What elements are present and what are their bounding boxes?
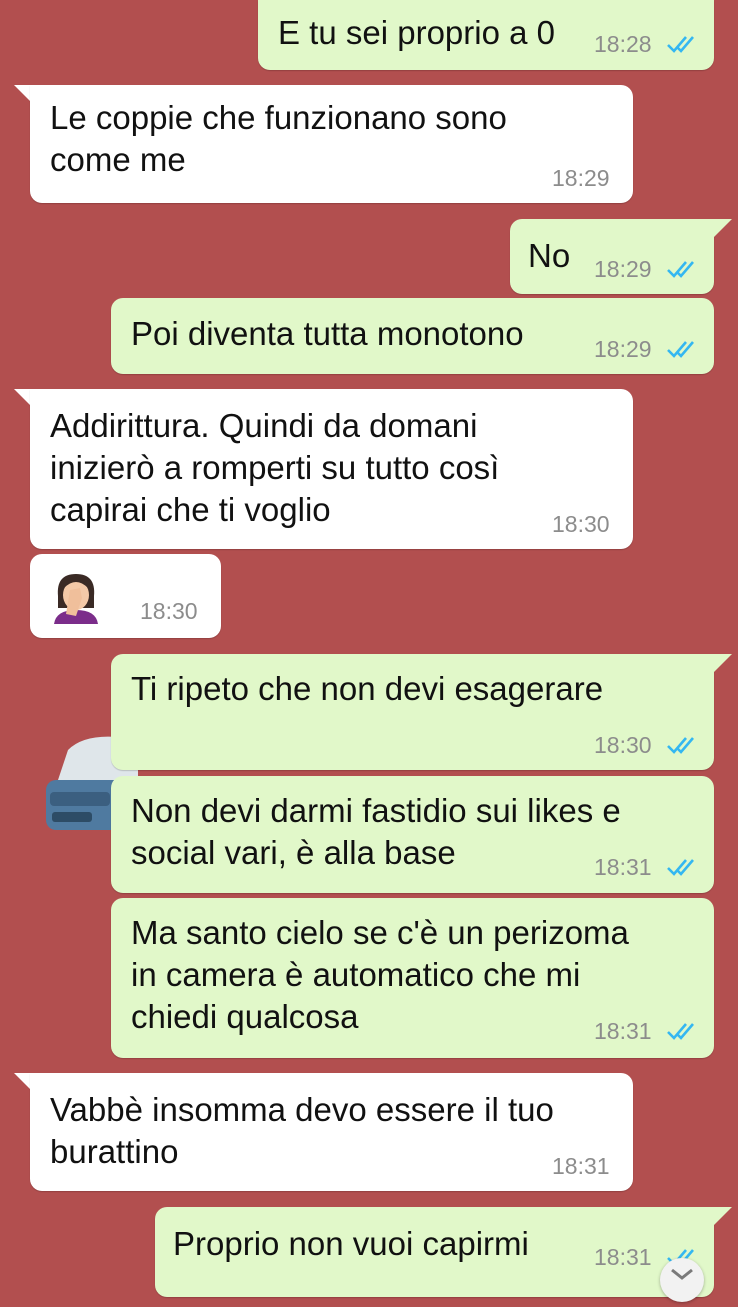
message-bubble-incoming[interactable]: Addirittura. Quindi da domani inizierò a… (30, 389, 633, 549)
message-bubble-outgoing[interactable]: Poi diventa tutta monotono 18:29 (111, 298, 714, 374)
message-text: Poi diventa tutta monotono (131, 315, 524, 352)
message-time: 18:30 (552, 511, 610, 537)
double-check-read-icon (667, 1023, 694, 1040)
message-time: 18:29 (594, 256, 652, 282)
message-text: Ti ripeto che non devi esagerare (131, 670, 604, 707)
message-bubble-outgoing[interactable]: E tu sei proprio a 0 18:28 (258, 0, 714, 70)
message-text: Vabbè insomma devo essere il tuo buratti… (50, 1091, 554, 1170)
message-text: Non devi darmi fastidio sui likes e soci… (131, 792, 621, 871)
woman-facepalming-icon (54, 574, 98, 624)
message-bubble-outgoing[interactable]: Ma santo cielo se c'è un perizoma in cam… (111, 898, 714, 1058)
double-check-read-icon (667, 261, 694, 278)
message-bubble-incoming[interactable]: Vabbè insomma devo essere il tuo buratti… (30, 1073, 633, 1191)
message-text: Le coppie che funzionano sono come me (50, 99, 507, 178)
message-text: Addirittura. Quindi da domani inizierò a… (50, 407, 500, 528)
message-bubble-outgoing[interactable]: Non devi darmi fastidio sui likes e soci… (111, 776, 714, 893)
message-time: 18:30 (594, 732, 652, 758)
message-bubble-incoming[interactable]: Le coppie che funzionano sono come me 18… (30, 85, 633, 203)
message-time: 18:29 (594, 336, 652, 362)
double-check-read-icon (667, 341, 694, 358)
message-time: 18:31 (594, 1244, 652, 1270)
double-check-read-icon (667, 859, 694, 876)
double-check-read-icon (667, 36, 694, 53)
message-bubble-outgoing[interactable]: Ti ripeto che non devi esagerare 18:30 (111, 654, 714, 770)
message-bubble-outgoing[interactable]: Proprio non vuoi capirmi 18:31 (155, 1207, 714, 1297)
message-text: Proprio non vuoi capirmi (173, 1225, 529, 1262)
chevron-down-icon (671, 1268, 693, 1280)
double-check-read-icon (667, 737, 694, 754)
message-time: 18:31 (552, 1153, 610, 1179)
message-bubble-incoming[interactable]: 18:30 (30, 554, 221, 638)
message-bubble-outgoing[interactable]: No 18:29 (510, 219, 714, 294)
message-time: 18:29 (552, 165, 610, 191)
message-text: Ma santo cielo se c'è un perizoma in cam… (131, 914, 629, 1035)
scroll-to-bottom-button[interactable] (660, 1258, 704, 1302)
chat-area[interactable]: E tu sei proprio a 0 18:28 Le coppie che… (0, 0, 738, 1302)
message-time: 18:30 (140, 598, 198, 624)
bubble-tail (714, 219, 732, 237)
bubble-tail (714, 654, 732, 672)
message-time: 18:28 (594, 31, 652, 57)
message-text: E tu sei proprio a 0 (278, 14, 555, 51)
message-time: 18:31 (594, 1018, 652, 1044)
message-text: No (528, 237, 571, 274)
message-time: 18:31 (594, 854, 652, 880)
bubble-tail (714, 1207, 732, 1225)
